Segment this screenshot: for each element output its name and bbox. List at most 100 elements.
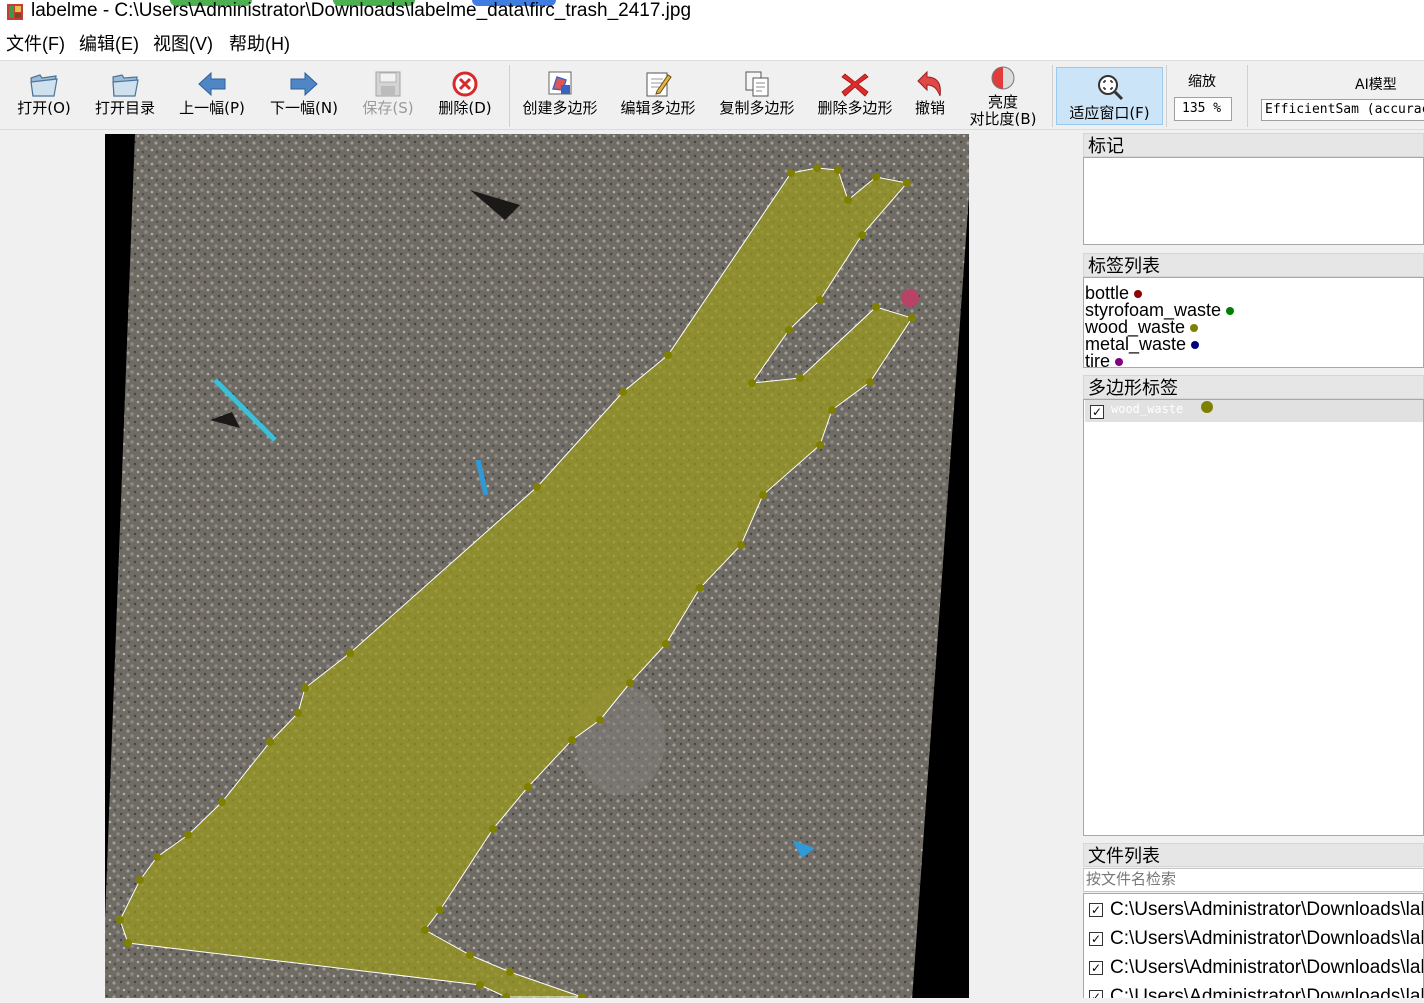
polygon-vertex-handle[interactable] xyxy=(903,179,911,187)
ai-model-select[interactable]: EfficientSam (accuracy) xyxy=(1261,99,1424,121)
file-search-input[interactable]: 按文件名检索 xyxy=(1083,868,1424,892)
labelme-window: labelme - C:\Users\Administrator\Downloa… xyxy=(0,0,1424,1003)
contrast-label: 对比度(B) xyxy=(969,110,1037,128)
polygon-vertex-handle[interactable] xyxy=(872,173,880,181)
save-icon xyxy=(375,71,401,97)
dock-splitter[interactable] xyxy=(1076,131,1082,1003)
label-item[interactable]: tire xyxy=(1085,352,1124,367)
polygon-vertex-handle[interactable] xyxy=(436,906,444,914)
folder-open-icon xyxy=(30,74,58,97)
polygon-vertex-handle[interactable] xyxy=(506,968,514,976)
delete-file-label: 删除(D) xyxy=(438,99,492,117)
label-color-dot xyxy=(1191,341,1200,350)
toolbar-separator xyxy=(1247,65,1248,127)
polygon-vertex-handle[interactable] xyxy=(218,798,226,806)
polygon-vertex-handle[interactable] xyxy=(626,679,634,687)
polygon-vertex-handle[interactable] xyxy=(866,378,874,386)
polygon-vertex-handle[interactable] xyxy=(759,491,767,499)
arrow-right-icon xyxy=(290,71,318,97)
polygon-vertex-handle[interactable] xyxy=(116,916,124,924)
menu-view[interactable]: 视图(V) xyxy=(153,33,213,55)
zoom-spinbox[interactable]: 135 % xyxy=(1174,97,1232,121)
polygon-vertex-handle[interactable] xyxy=(301,684,309,692)
polygon-vertex-handle[interactable] xyxy=(816,441,824,449)
edit-polygon-button[interactable]: 编辑多边形 xyxy=(616,61,700,131)
edit-polygon-label: 编辑多边形 xyxy=(620,99,696,117)
menu-file[interactable]: 文件(F) xyxy=(6,33,65,55)
menu-edit[interactable]: 编辑(E) xyxy=(79,33,139,55)
file-checkbox[interactable]: ✓ xyxy=(1089,903,1103,917)
labels-dock-title[interactable]: 标签列表 xyxy=(1083,253,1424,277)
fit-window-label: 适应窗口(F) xyxy=(1069,104,1150,122)
undo-label: 撤销 xyxy=(914,99,945,117)
file-path: C:\Users\Administrator\Downloads\labelme… xyxy=(1110,899,1423,920)
polygon-vertex-handle[interactable] xyxy=(619,388,627,396)
label-color-dot xyxy=(1134,290,1143,299)
delete-x-icon xyxy=(841,73,869,97)
polygon-vertex-handle[interactable] xyxy=(785,326,793,334)
polygon-vertex-handle[interactable] xyxy=(184,831,192,839)
polygon-vertex-handle[interactable] xyxy=(489,825,497,833)
file-checkbox[interactable]: ✓ xyxy=(1089,932,1103,946)
polygon-vertex-handle[interactable] xyxy=(834,166,842,174)
polygons-dock-title[interactable]: 多边形标签 xyxy=(1083,375,1424,399)
create-polygon-icon xyxy=(548,71,572,95)
copy-polygon-button[interactable]: 复制多边形 xyxy=(714,61,800,131)
polygon-vertex-handle[interactable] xyxy=(696,584,704,592)
folder-icon xyxy=(112,74,139,97)
polygon-vertex-handle[interactable] xyxy=(524,783,532,791)
polygon-vertex-handle[interactable] xyxy=(266,738,274,746)
menu-help[interactable]: 帮助(H) xyxy=(229,33,290,55)
polygon-vertex-handle[interactable] xyxy=(533,483,541,491)
flags-panel xyxy=(1083,157,1424,245)
polygon-vertex-handle[interactable] xyxy=(662,640,670,648)
polygon-vertex-handle[interactable] xyxy=(787,169,795,177)
polygon-vertex-handle[interactable] xyxy=(813,164,821,172)
image-canvas[interactable] xyxy=(0,131,1076,1003)
title-bar: labelme - C:\Users\Administrator\Downloa… xyxy=(0,0,1424,28)
polygon-vertex-handle[interactable] xyxy=(596,716,604,724)
polygon-vertex-handle[interactable] xyxy=(136,876,144,884)
polygon-vertex-handle[interactable] xyxy=(844,196,852,204)
flags-dock-title[interactable]: 标记 xyxy=(1083,133,1424,157)
polygon-vertex-handle[interactable] xyxy=(737,541,745,549)
copy-icon xyxy=(745,71,769,97)
polygon-color-dot xyxy=(1201,401,1213,413)
polygon-vertex-handle[interactable] xyxy=(568,736,576,744)
delete-file-button[interactable]: 删除(D) xyxy=(434,61,496,131)
polygon-vertex-handle[interactable] xyxy=(664,351,672,359)
toolbar-separator xyxy=(509,65,510,127)
polygon-item[interactable]: ✓ wood_waste xyxy=(1085,400,1423,422)
polygon-vertex-handle[interactable] xyxy=(346,649,354,657)
create-polygon-button[interactable]: 创建多边形 xyxy=(518,61,602,131)
polygon-vertex-handle[interactable] xyxy=(796,374,804,382)
label-color-dot xyxy=(1190,324,1199,333)
polygon-vertex-handle[interactable] xyxy=(748,379,756,387)
files-dock-title[interactable]: 文件列表 xyxy=(1083,843,1424,867)
window-title: labelme - C:\Users\Administrator\Downloa… xyxy=(31,0,692,21)
polygon-visibility-checkbox[interactable]: ✓ xyxy=(1090,405,1104,419)
file-checkbox[interactable]: ✓ xyxy=(1089,961,1103,975)
prev-image-button[interactable]: 上一幅(P) xyxy=(174,61,250,131)
polygon-vertex-handle[interactable] xyxy=(872,303,880,311)
polygon-vertex-handle[interactable] xyxy=(124,939,132,947)
undo-arrow-icon xyxy=(917,70,941,97)
undo-button[interactable]: 撤销 xyxy=(908,61,952,131)
open-button[interactable]: 打开(O) xyxy=(10,61,78,131)
file-list-panel: ✓ C:\Users\Administrator\Downloads\label… xyxy=(1083,893,1424,1003)
polygon-vertex-handle[interactable] xyxy=(816,296,824,304)
polygon-vertex-handle[interactable] xyxy=(858,231,866,239)
save-button[interactable]: 保存(S) xyxy=(356,61,420,131)
polygon-vertex-handle[interactable] xyxy=(828,406,836,414)
next-image-button[interactable]: 下一幅(N) xyxy=(266,61,342,131)
delete-polygon-button[interactable]: 删除多边形 xyxy=(812,61,898,131)
fit-window-button[interactable]: 适应窗口(F) xyxy=(1056,67,1163,125)
polygon-vertex-handle[interactable] xyxy=(421,926,429,934)
polygon-vertex-handle[interactable] xyxy=(908,314,916,322)
open-dir-button[interactable]: 打开目录 xyxy=(90,61,160,131)
brightness-contrast-button[interactable]: 亮度 对比度(B) xyxy=(962,61,1044,131)
polygon-vertex-handle[interactable] xyxy=(476,981,484,989)
polygon-vertex-handle[interactable] xyxy=(294,709,302,717)
polygon-vertex-handle[interactable] xyxy=(153,853,161,861)
polygon-vertex-handle[interactable] xyxy=(466,951,474,959)
